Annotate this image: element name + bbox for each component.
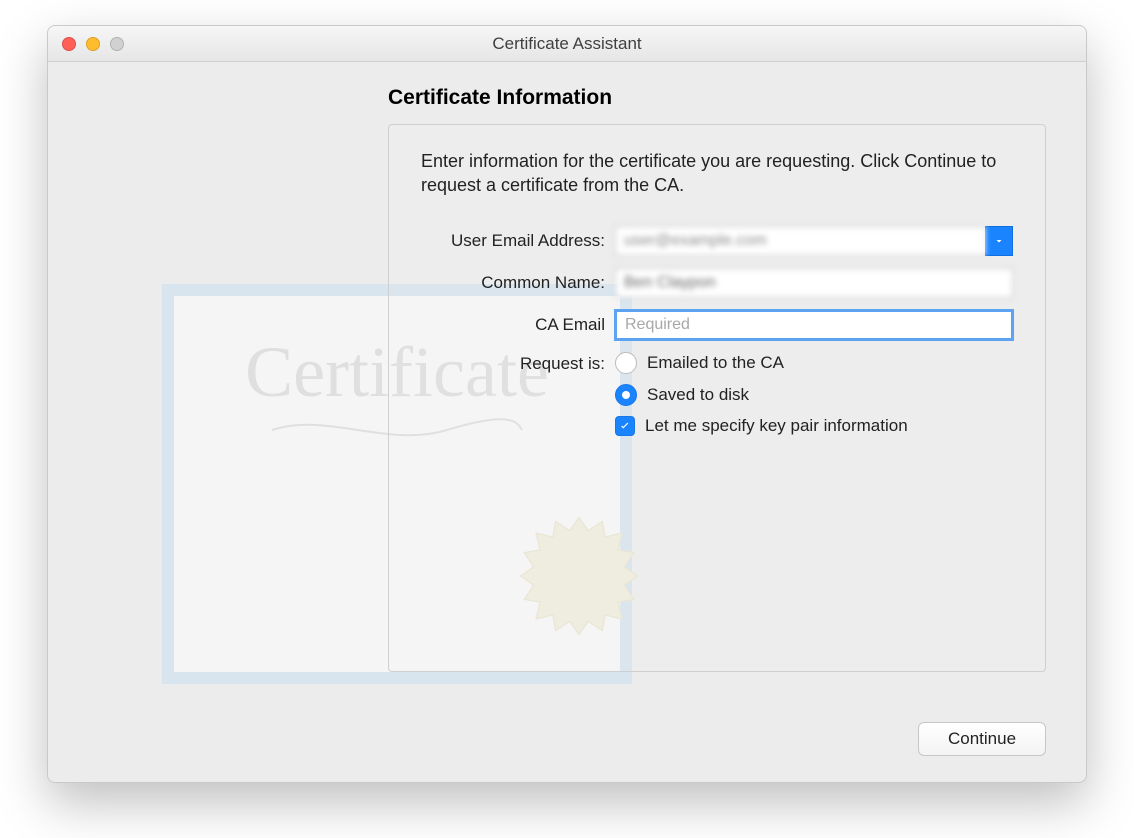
radio-emailed[interactable] xyxy=(615,352,637,374)
label-saved: Saved to disk xyxy=(647,385,749,405)
window-controls xyxy=(62,37,124,51)
instructions-text: Enter information for the certificate yo… xyxy=(421,149,1013,198)
row-request-is: Request is: Emailed to the CA Saved to d… xyxy=(421,352,1013,436)
certificate-assistant-window: Certificate Assistant Certificate Certif xyxy=(47,25,1087,783)
page-title: Certificate Information xyxy=(388,86,1046,110)
chevron-down-icon[interactable] xyxy=(985,226,1013,256)
option-keypair[interactable]: Let me specify key pair information xyxy=(615,416,908,436)
label-user-email: User Email Address: xyxy=(421,231,615,251)
email-field[interactable] xyxy=(615,226,985,256)
row-common-name: Common Name: xyxy=(421,268,1013,298)
close-icon[interactable] xyxy=(62,37,76,51)
content-area: Certificate Certificate Information Ente… xyxy=(48,62,1086,782)
form-panel: Enter information for the certificate yo… xyxy=(388,124,1046,672)
common-name-field[interactable] xyxy=(615,268,1013,298)
checkbox-keypair[interactable] xyxy=(615,416,635,436)
titlebar: Certificate Assistant xyxy=(48,26,1086,62)
ca-email-field[interactable] xyxy=(615,310,1013,340)
option-saved[interactable]: Saved to disk xyxy=(615,384,908,406)
request-radio-group: Emailed to the CA Saved to disk Let me xyxy=(615,352,908,436)
continue-button[interactable]: Continue xyxy=(918,722,1046,756)
minimize-icon[interactable] xyxy=(86,37,100,51)
window-title: Certificate Assistant xyxy=(48,34,1086,54)
radio-saved[interactable] xyxy=(615,384,637,406)
row-user-email: User Email Address: xyxy=(421,226,1013,256)
label-common-name: Common Name: xyxy=(421,273,615,293)
footer: Continue xyxy=(918,722,1046,756)
label-ca-email: CA Email xyxy=(421,315,615,335)
label-emailed: Emailed to the CA xyxy=(647,353,784,373)
label-keypair: Let me specify key pair information xyxy=(645,416,908,436)
row-ca-email: CA Email xyxy=(421,310,1013,340)
zoom-icon xyxy=(110,37,124,51)
label-request-is: Request is: xyxy=(421,352,615,374)
option-emailed[interactable]: Emailed to the CA xyxy=(615,352,908,374)
combo-user-email[interactable] xyxy=(615,226,1013,256)
